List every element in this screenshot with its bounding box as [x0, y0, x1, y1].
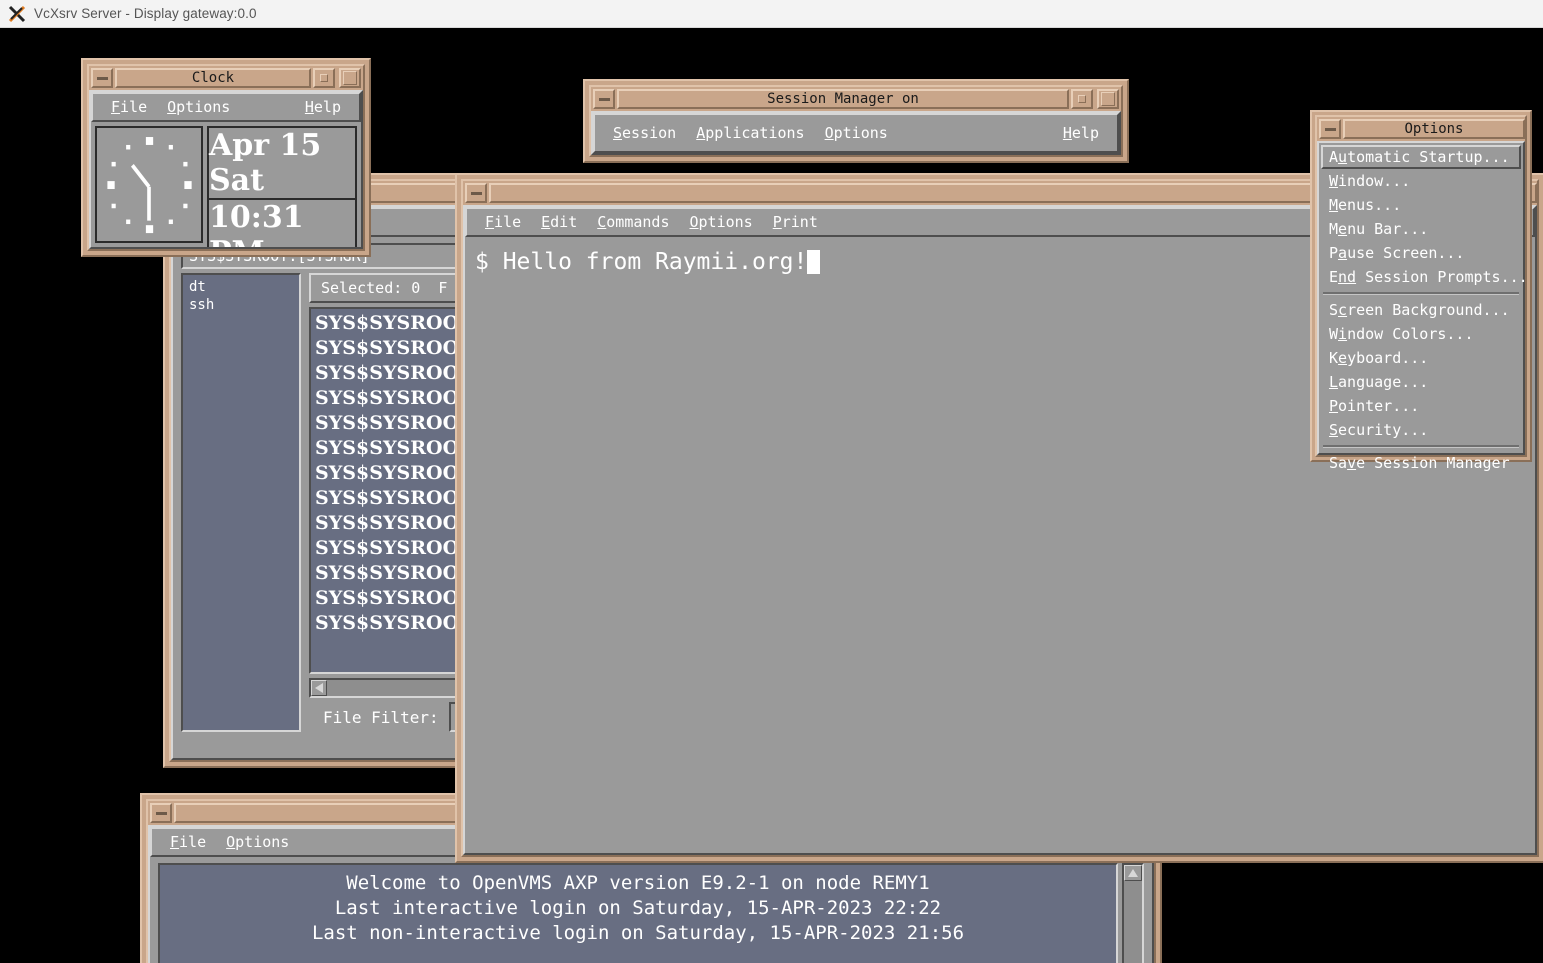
options-menu-item[interactable]: End Session Prompts...	[1321, 265, 1521, 289]
clock-date: Apr 15 Sat	[207, 126, 357, 200]
options-menu-item[interactable]: Screen Background...	[1321, 298, 1521, 322]
window-frame: Options Automatic Startup...Window...Men…	[1310, 110, 1532, 462]
options-menu-item[interactable]: Keyboard...	[1321, 346, 1521, 370]
analog-clock-icon	[95, 126, 203, 243]
options-menu-item[interactable]: Security...	[1321, 418, 1521, 442]
menu-item-session[interactable]: Session	[603, 122, 686, 144]
minimize-icon[interactable]	[1319, 119, 1341, 139]
scroll-left-icon[interactable]	[311, 680, 327, 696]
clock-display: Apr 15 Sat 10:31 PM	[91, 122, 361, 247]
menu-separator	[1323, 292, 1519, 295]
messages-vscrollbar[interactable]	[1122, 863, 1144, 963]
files-label: F	[438, 279, 447, 297]
options-menu-item[interactable]: Window...	[1321, 169, 1521, 193]
text-cursor	[807, 250, 820, 274]
screen: VcXsrv Server - Display gateway:0.0 Fil …	[0, 0, 1543, 963]
menu-item-options[interactable]: Options	[815, 122, 898, 144]
menu-item-help[interactable]: Help	[295, 96, 351, 118]
menu-item-print[interactable]: Print	[763, 211, 828, 233]
menu-item-applications[interactable]: Applications	[686, 122, 814, 144]
window-title-clock: Clock	[115, 68, 311, 88]
host-titlebar: VcXsrv Server - Display gateway:0.0	[0, 0, 1543, 28]
menu-item-help[interactable]: Help	[1053, 122, 1109, 144]
file-filter-label: File Filter:	[323, 708, 439, 727]
options-menu-item[interactable]: Window Colors...	[1321, 322, 1521, 346]
session-manager-body: Session Applications Options Help	[591, 111, 1121, 155]
menu-item-file[interactable]: File	[475, 211, 531, 233]
options-menu-item[interactable]: Language...	[1321, 370, 1521, 394]
x-logo-icon	[8, 5, 26, 23]
window-options-menu[interactable]: Options Automatic Startup...Window...Men…	[1310, 110, 1532, 462]
tree-item[interactable]: dt	[189, 279, 293, 297]
maximize-icon[interactable]	[1097, 89, 1119, 109]
window-title-options-menu: Options	[1343, 119, 1525, 139]
window-frame-inner: Clock File Options Help	[87, 64, 365, 251]
menu-separator	[1323, 445, 1519, 448]
titlebar-options-menu[interactable]: Options	[1317, 117, 1525, 141]
menu-item-options[interactable]: Options	[216, 831, 299, 853]
menu-item-options[interactable]: Options	[157, 96, 240, 118]
window-session-manager[interactable]: Session Manager on Session Applications …	[583, 79, 1129, 163]
window-frame-inner: Options Automatic Startup...Window...Men…	[1315, 115, 1527, 457]
restore-icon[interactable]	[313, 68, 335, 88]
window-clock[interactable]: Clock File Options Help	[81, 58, 371, 257]
terminal-prompt-text: $ Hello from Raymii.org!	[475, 247, 807, 277]
messages-content: Welcome to OpenVMS AXP version E9.2-1 on…	[150, 857, 1152, 963]
messages-text: Welcome to OpenVMS AXP version E9.2-1 on…	[158, 863, 1118, 963]
clock-time: 10:31 PM	[207, 200, 357, 249]
titlebar-session-manager[interactable]: Session Manager on	[591, 87, 1121, 111]
minimize-icon[interactable]	[593, 89, 615, 109]
menu-item-commands[interactable]: Commands	[587, 211, 679, 233]
x-desktop-root: Fil UUtilittilit SYS$SYSROOT:[SYSMGR] dt…	[0, 28, 1543, 963]
minimize-icon[interactable]	[91, 68, 113, 88]
options-menu-item[interactable]: Save Session Manager	[1321, 451, 1521, 475]
options-menu-item[interactable]: Automatic Startup...	[1321, 145, 1521, 169]
restore-icon[interactable]	[1071, 89, 1093, 109]
menu-item-file[interactable]: File	[160, 831, 216, 853]
host-title: VcXsrv Server - Display gateway:0.0	[34, 6, 257, 21]
digital-clock: Apr 15 Sat 10:31 PM	[207, 126, 357, 243]
options-menu-item[interactable]: Menu Bar...	[1321, 217, 1521, 241]
menu-item-file[interactable]: File	[101, 96, 157, 118]
menu-item-options[interactable]: Options	[680, 211, 763, 233]
options-menu-list[interactable]: Automatic Startup...Window...Menus...Men…	[1317, 141, 1525, 455]
window-frame: Clock File Options Help	[81, 58, 371, 257]
directory-tree[interactable]: dt ssh	[181, 273, 301, 732]
window-title-session-manager: Session Manager on	[617, 89, 1069, 109]
options-menu-item[interactable]: Menus...	[1321, 193, 1521, 217]
menubar-clock[interactable]: File Options Help	[91, 92, 361, 122]
window-frame: Session Manager on Session Applications …	[583, 79, 1129, 163]
minimize-icon[interactable]	[465, 183, 487, 203]
tree-item[interactable]: ssh	[189, 297, 293, 315]
options-menu-item[interactable]: Pause Screen...	[1321, 241, 1521, 265]
selected-count-label: Selected: 0	[321, 279, 420, 297]
menu-item-edit[interactable]: Edit	[531, 211, 587, 233]
menubar-session-manager[interactable]: Session Applications Options Help	[593, 113, 1119, 153]
scroll-trough[interactable]	[1124, 881, 1142, 963]
minimize-icon[interactable]	[150, 803, 172, 823]
maximize-icon[interactable]	[339, 68, 361, 88]
scroll-up-icon[interactable]	[1124, 865, 1142, 881]
clock-body: File Options Help	[89, 90, 363, 249]
titlebar-clock[interactable]: Clock	[89, 66, 363, 90]
window-frame-inner: Session Manager on Session Applications …	[589, 85, 1123, 157]
options-menu-item[interactable]: Pointer...	[1321, 394, 1521, 418]
